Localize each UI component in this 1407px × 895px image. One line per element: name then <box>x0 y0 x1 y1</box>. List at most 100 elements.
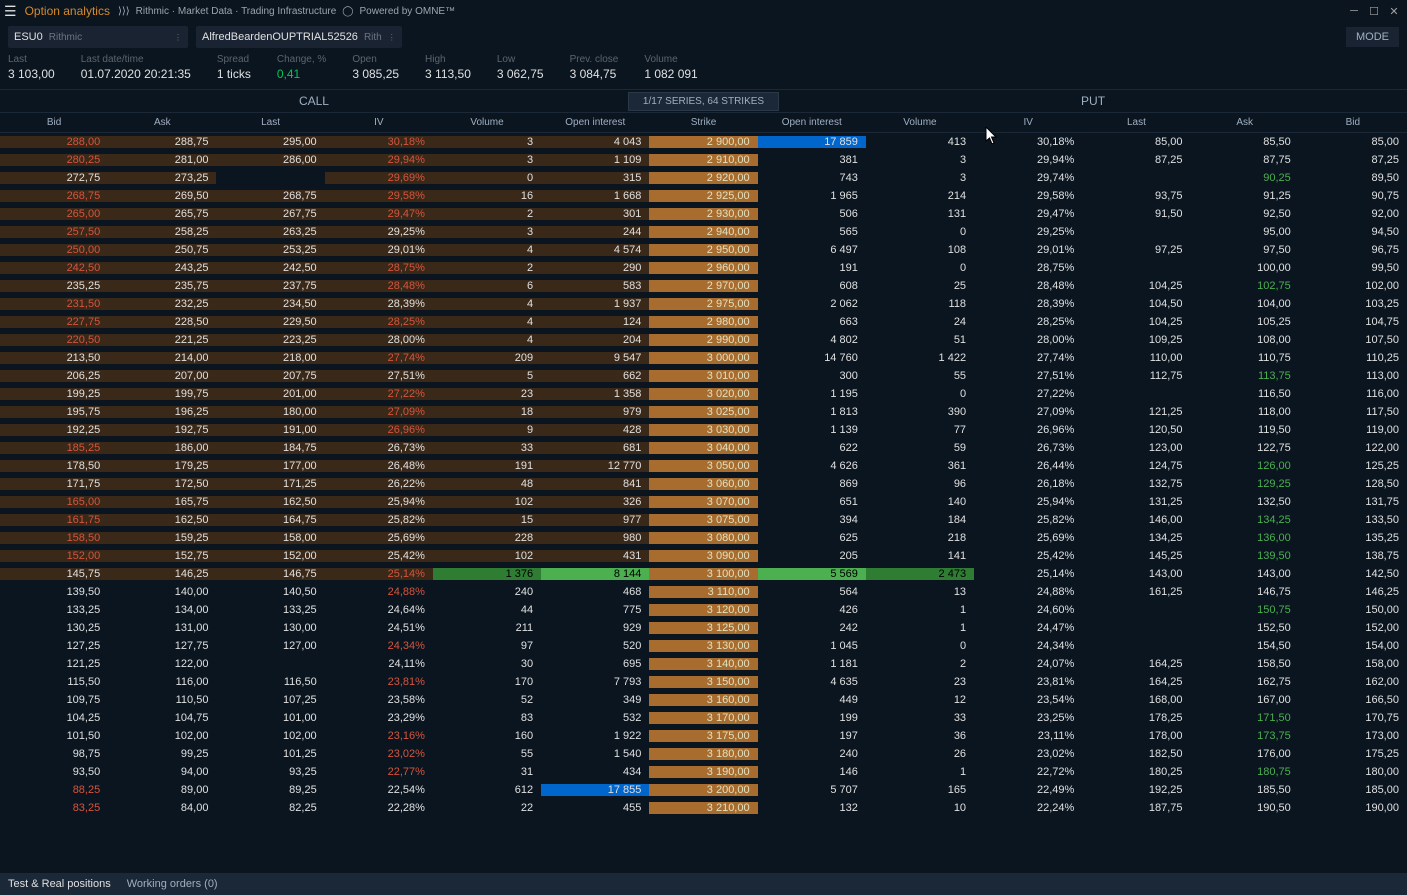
table-row[interactable]: 171,75172,50171,2526,22%488413 060,00869… <box>0 475 1407 493</box>
cell: 52 <box>433 694 541 706</box>
table-row[interactable]: 231,50232,25234,5028,39%41 9372 975,002 … <box>0 295 1407 313</box>
table-row[interactable]: 130,25131,00130,0024,51%2119293 125,0024… <box>0 619 1407 637</box>
cell: 18 <box>433 406 541 418</box>
col-call-oi[interactable]: Open interest <box>541 117 649 128</box>
minimize-button[interactable]: ─ <box>1345 3 1363 19</box>
cell: 91,25 <box>1191 190 1299 202</box>
table-row[interactable]: 220,50221,25223,2528,00%42042 990,004 80… <box>0 331 1407 349</box>
cell: 102,00 <box>216 730 324 742</box>
menu-icon[interactable]: ☰ <box>4 3 17 20</box>
col-put-iv[interactable]: IV <box>974 117 1082 128</box>
col-put-oi[interactable]: Open interest <box>758 117 866 128</box>
table-row[interactable]: 199,25199,75201,0027,22%231 3583 020,001… <box>0 385 1407 403</box>
col-call-last[interactable]: Last <box>216 117 324 128</box>
table-row[interactable]: 195,75196,25180,0027,09%189793 025,001 8… <box>0 403 1407 421</box>
table-row[interactable]: 152,00152,75152,0025,42%1024313 090,0020… <box>0 547 1407 565</box>
cell: 221,25 <box>108 334 216 346</box>
table-row[interactable]: 93,5094,0093,2522,77%314343 190,00146122… <box>0 763 1407 781</box>
cell: 127,00 <box>216 640 324 652</box>
table-row[interactable]: 133,25134,00133,2524,64%447753 120,00426… <box>0 601 1407 619</box>
col-call-bid[interactable]: Bid <box>0 117 108 128</box>
col-strike[interactable]: Strike <box>649 117 757 128</box>
cell: 160 <box>433 730 541 742</box>
table-row[interactable]: 257,50258,25263,2529,25%32442 940,005650… <box>0 223 1407 241</box>
cell: 44 <box>433 604 541 616</box>
col-call-ask[interactable]: Ask <box>108 117 216 128</box>
cell: 152,50 <box>1191 622 1299 634</box>
cell: 97,25 <box>1082 244 1190 256</box>
cell: 258,25 <box>108 226 216 238</box>
table-row[interactable]: 158,50159,25158,0025,69%2289803 080,0062… <box>0 529 1407 547</box>
cell: 29,74% <box>974 172 1082 184</box>
table-row[interactable]: 83,2584,0082,2522,28%224553 210,00132102… <box>0 799 1407 817</box>
table-row[interactable]: 250,00250,75253,2529,01%44 5742 950,006 … <box>0 241 1407 259</box>
table-row[interactable]: 88,2589,0089,2522,54%61217 8553 200,005 … <box>0 781 1407 799</box>
cell: 108 <box>866 244 974 256</box>
table-row[interactable]: 206,25207,00207,7527,51%56623 010,003005… <box>0 367 1407 385</box>
table-row[interactable]: 178,50179,25177,0026,48%19112 7703 050,0… <box>0 457 1407 475</box>
cell: 104,75 <box>1299 316 1407 328</box>
maximize-button[interactable]: ☐ <box>1365 3 1383 19</box>
cell: 24,60% <box>974 604 1082 616</box>
table-row[interactable]: 235,25235,75237,7528,48%65832 970,006082… <box>0 277 1407 295</box>
table-row[interactable]: 288,00288,75295,0030,18%34 0432 900,0017… <box>0 133 1407 151</box>
table-row[interactable]: 185,25186,00184,7526,73%336813 040,00622… <box>0 439 1407 457</box>
table-row[interactable]: 104,25104,75101,0023,29%835323 170,00199… <box>0 709 1407 727</box>
table-row[interactable]: 265,00265,75267,7529,47%23012 930,005061… <box>0 205 1407 223</box>
option-chain-body[interactable]: 288,00288,75295,0030,18%34 0432 900,0017… <box>0 133 1407 853</box>
table-row[interactable]: 121,25122,0024,11%306953 140,001 181224,… <box>0 655 1407 673</box>
cell: 121,25 <box>0 658 108 670</box>
tab-positions[interactable]: Test & Real positions <box>8 878 111 890</box>
cell: 85,00 <box>1082 136 1190 148</box>
col-put-ask[interactable]: Ask <box>1191 117 1299 128</box>
cell: 242,50 <box>216 262 324 274</box>
cell: 4 <box>433 334 541 346</box>
col-put-bid[interactable]: Bid <box>1299 117 1407 128</box>
table-row[interactable]: 98,7599,25101,2523,02%551 5403 180,00240… <box>0 745 1407 763</box>
table-row[interactable]: 139,50140,00140,5024,88%2404683 110,0056… <box>0 583 1407 601</box>
account-selector[interactable]: AlfredBeardenOUPTRIAL52526 Rith ⋮ <box>196 26 402 48</box>
close-button[interactable]: ✕ <box>1385 3 1403 19</box>
cell: 455 <box>541 802 649 814</box>
col-call-volume[interactable]: Volume <box>433 117 541 128</box>
cell: 110,00 <box>1082 352 1190 364</box>
stat-label: Last date/time <box>81 54 191 65</box>
cell: 87,75 <box>1191 154 1299 166</box>
table-row[interactable]: 109,75110,50107,2523,58%523493 160,00449… <box>0 691 1407 709</box>
table-row[interactable]: 145,75146,25146,7525,14%1 3768 1443 100,… <box>0 565 1407 583</box>
cell: 27,74% <box>974 352 1082 364</box>
cell: 162,00 <box>1299 676 1407 688</box>
cell: 6 <box>433 280 541 292</box>
table-row[interactable]: 127,25127,75127,0024,34%975203 130,001 0… <box>0 637 1407 655</box>
symbol-selector[interactable]: ESU0 Rithmic ⋮ <box>8 26 188 48</box>
cell: 135,25 <box>1299 532 1407 544</box>
cell: 152,75 <box>108 550 216 562</box>
col-put-volume[interactable]: Volume <box>866 117 974 128</box>
cell: 3 025,00 <box>649 406 757 418</box>
cell: 2 <box>866 658 974 670</box>
table-row[interactable]: 101,50102,00102,0023,16%1601 9223 175,00… <box>0 727 1407 745</box>
stat-label: Prev. close <box>570 54 619 65</box>
table-row[interactable]: 165,00165,75162,5025,94%1023263 070,0065… <box>0 493 1407 511</box>
cell: 16 <box>433 190 541 202</box>
cell: 28,25% <box>974 316 1082 328</box>
tab-working-orders[interactable]: Working orders (0) <box>127 878 218 890</box>
mode-button[interactable]: MODE <box>1346 27 1399 47</box>
table-row[interactable]: 192,25192,75191,0026,96%94283 030,001 13… <box>0 421 1407 439</box>
call-header: CALL <box>0 94 628 108</box>
series-selector[interactable]: 1/17 SERIES, 64 STRIKES <box>628 92 779 111</box>
col-call-iv[interactable]: IV <box>325 117 433 128</box>
table-row[interactable]: 272,75273,2529,69%03152 920,00743329,74%… <box>0 169 1407 187</box>
table-row[interactable]: 280,25281,00286,0029,94%31 1092 910,0038… <box>0 151 1407 169</box>
table-row[interactable]: 227,75228,50229,5028,25%41242 980,006632… <box>0 313 1407 331</box>
cell: 25,42% <box>325 550 433 562</box>
table-row[interactable]: 213,50214,00218,0027,74%2099 5473 000,00… <box>0 349 1407 367</box>
cell: 3 110,00 <box>649 586 757 598</box>
table-row[interactable]: 115,50116,00116,5023,81%1707 7933 150,00… <box>0 673 1407 691</box>
table-row[interactable]: 242,50243,25242,5028,75%22902 960,001910… <box>0 259 1407 277</box>
cell: 25,14% <box>325 568 433 580</box>
cell: 180,75 <box>1191 766 1299 778</box>
table-row[interactable]: 161,75162,50164,7525,82%159773 075,00394… <box>0 511 1407 529</box>
table-row[interactable]: 268,75269,50268,7529,58%161 6682 925,001… <box>0 187 1407 205</box>
col-put-last[interactable]: Last <box>1082 117 1190 128</box>
